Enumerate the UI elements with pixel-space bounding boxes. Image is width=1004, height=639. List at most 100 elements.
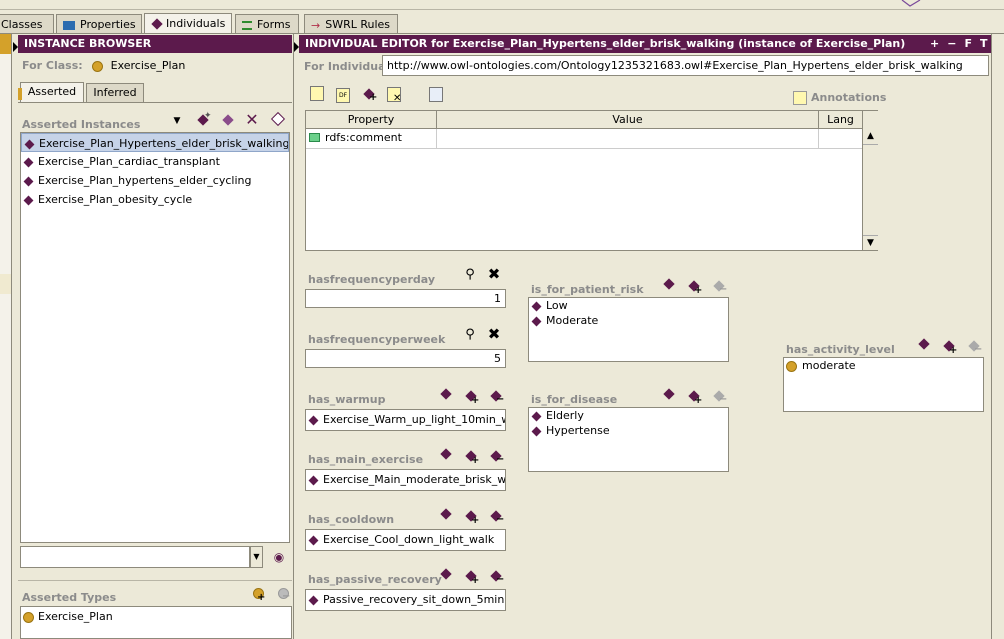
search-icon[interactable]: ⚲ [462, 267, 478, 283]
binoculars-icon[interactable]: ◉ [271, 549, 287, 565]
is-for-patient-risk-list[interactable]: Low Moderate [528, 297, 729, 362]
create-instance-icon[interactable]: ✦ [195, 111, 212, 128]
annotation-view-icon[interactable] [428, 87, 444, 103]
asserted-types-list[interactable]: Exercise_Plan [20, 606, 292, 639]
add-value-icon[interactable]: + [941, 338, 957, 356]
patient-risk-value: Moderate [546, 314, 599, 327]
value-row[interactable]: Elderly [529, 408, 728, 423]
create-value-icon[interactable] [438, 446, 454, 462]
add-type-icon[interactable]: + [250, 586, 266, 603]
tab-classes[interactable]: Classes [0, 14, 54, 33]
collapse-button[interactable]: − [947, 37, 956, 50]
add-value-icon[interactable]: + [463, 568, 479, 586]
f-button[interactable]: F [964, 37, 972, 50]
hasfrequencyperday-field[interactable]: 1 [305, 289, 506, 308]
create-value-icon[interactable] [916, 336, 932, 352]
annotations-table[interactable]: Property Value Lang rdfs:comment ▲ ▼ [305, 110, 878, 251]
is-for-patient-risk-label: is_for_patient_risk [531, 283, 644, 296]
add-value-icon[interactable]: + [463, 508, 479, 526]
create-value-icon[interactable] [661, 386, 677, 402]
create-value-icon[interactable] [438, 386, 454, 402]
create-value-icon[interactable] [438, 566, 454, 582]
row-property: rdfs:comment [325, 131, 402, 144]
instance-list[interactable]: Exercise_Plan_Hypertens_elder_brisk_walk… [20, 132, 290, 543]
tab-asserted-label: Asserted [27, 85, 77, 98]
column-header-property[interactable]: Property [306, 111, 437, 128]
value-row[interactable]: Exercise_Warm_up_light_10min_w... [306, 410, 505, 430]
instance-label: Exercise_Plan_cardiac_transplant [38, 155, 220, 168]
remove-value-icon[interactable]: − [711, 388, 727, 405]
create-value-icon[interactable] [661, 276, 677, 292]
delete-annotation-icon[interactable]: ✕ [386, 87, 402, 104]
instance-row-0[interactable]: Exercise_Plan_Hypertens_elder_brisk_walk… [21, 133, 289, 152]
value-row[interactable]: Passive_recovery_sit_down_5min [306, 590, 505, 610]
class-icon [786, 360, 797, 372]
clear-icon[interactable]: ✖ [486, 266, 502, 282]
instance-row-3[interactable]: Exercise_Plan_obesity_cycle [21, 190, 289, 209]
for-individual-field[interactable]: http://www.owl-ontologies.com/Ontology12… [382, 55, 989, 76]
new-annotation-icon[interactable] [309, 86, 325, 102]
tab-inferred[interactable]: Inferred [86, 83, 144, 102]
table-scrollbar[interactable]: ▲ ▼ [862, 111, 878, 250]
remove-value-icon[interactable]: − [488, 388, 504, 405]
tab-classes-label: Classes [1, 18, 43, 31]
has-main-exercise-field[interactable]: Exercise_Main_moderate_brisk_wa... [305, 469, 506, 491]
search-dropdown-button[interactable]: ▼ [250, 546, 263, 568]
activity-level-value: moderate [802, 359, 856, 372]
individual-icon [308, 595, 319, 605]
tab-individuals[interactable]: Individuals [144, 13, 232, 33]
is-for-disease-list[interactable]: Elderly Hypertense [528, 407, 729, 472]
tab-swrl-rules[interactable]: → SWRL Rules [304, 14, 398, 33]
scroll-up-icon[interactable]: ▲ [863, 129, 878, 145]
tab-properties[interactable]: Properties [56, 14, 142, 33]
has-cooldown-field[interactable]: Exercise_Cool_down_light_walk [305, 529, 506, 551]
instance-search-input[interactable] [20, 546, 250, 568]
individual-editor-header: INDIVIDUAL EDITOR for Exercise_Plan_Hype… [299, 35, 991, 53]
remove-value-icon[interactable]: − [711, 278, 727, 295]
type-row[interactable]: Exercise_Plan [21, 607, 291, 626]
column-header-value[interactable]: Value [437, 111, 819, 128]
remove-value-icon[interactable]: − [488, 568, 504, 585]
instance-row-1[interactable]: Exercise_Plan_cardiac_transplant [21, 152, 289, 171]
has-warmup-field[interactable]: Exercise_Warm_up_light_10min_w... [305, 409, 506, 431]
clear-icon[interactable]: ✖ [486, 326, 502, 342]
add-value-icon[interactable]: + [361, 86, 377, 103]
scroll-down-icon[interactable]: ▼ [863, 235, 878, 251]
t-button[interactable]: T [980, 37, 988, 50]
add-value-icon[interactable]: + [686, 278, 702, 296]
value-row[interactable]: Hypertense [529, 423, 728, 438]
splitter-left[interactable] [13, 34, 18, 639]
instance-row-2[interactable]: Exercise_Plan_hypertens_elder_cycling [21, 171, 289, 190]
tab-forms[interactable]: Forms [235, 14, 299, 33]
create-value-icon[interactable] [438, 506, 454, 522]
expand-button[interactable]: + [930, 37, 939, 50]
view-dropdown-icon[interactable]: ▼ [169, 113, 185, 129]
add-value-icon[interactable]: + [463, 448, 479, 466]
has-activity-level-list[interactable]: moderate [783, 357, 984, 412]
new-rdf-annotation-icon[interactable]: DF [335, 86, 351, 103]
value-row[interactable]: Exercise_Main_moderate_brisk_wa... [306, 470, 505, 490]
search-icon[interactable]: ⚲ [462, 327, 478, 343]
left-sliver-tab[interactable] [0, 34, 11, 54]
value-row[interactable]: Low [529, 298, 728, 313]
remove-value-icon[interactable]: − [488, 448, 504, 465]
add-value-icon[interactable]: + [686, 388, 702, 406]
has-warmup-value: Exercise_Warm_up_light_10min_w... [323, 413, 505, 426]
value-row[interactable]: moderate [784, 358, 983, 373]
splitter-main[interactable] [293, 34, 299, 639]
value-row[interactable]: Exercise_Cool_down_light_walk [306, 530, 505, 550]
table-row[interactable]: rdfs:comment [306, 129, 862, 149]
delete-instance-icon[interactable]: ✕ [244, 112, 260, 128]
remove-type-icon[interactable]: − [275, 586, 291, 602]
annotations-icon [793, 91, 807, 105]
tab-asserted[interactable]: Asserted [20, 82, 84, 102]
add-value-icon[interactable]: + [463, 388, 479, 406]
instance-icon[interactable] [220, 112, 236, 128]
column-header-lang[interactable]: Lang [819, 111, 862, 128]
hasfrequencyperweek-field[interactable]: 5 [305, 349, 506, 368]
instance-options-icon[interactable] [270, 111, 286, 127]
remove-value-icon[interactable]: − [488, 508, 504, 525]
value-row[interactable]: Moderate [529, 313, 728, 328]
has-passive-recovery-field[interactable]: Passive_recovery_sit_down_5min [305, 589, 506, 611]
remove-value-icon[interactable]: − [966, 338, 982, 355]
